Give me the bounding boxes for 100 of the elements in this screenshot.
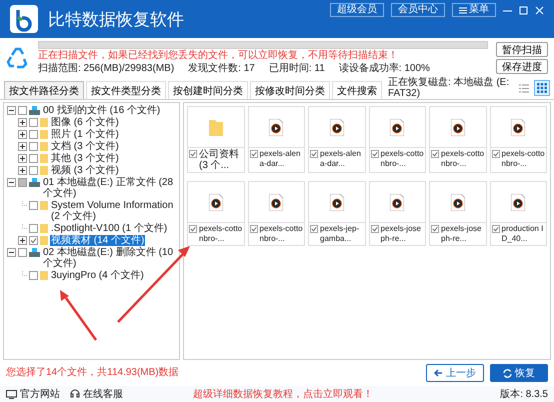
tree-item[interactable]: 00 找到的文件 (16 个文件) <box>42 105 162 116</box>
checkbox[interactable] <box>370 150 378 158</box>
checkbox[interactable] <box>18 178 27 187</box>
expand-icon[interactable] <box>18 142 27 151</box>
checkbox[interactable] <box>370 225 378 233</box>
file-tile[interactable]: 公司资料 (3 个... <box>187 106 244 173</box>
checkbox[interactable] <box>189 150 197 158</box>
footer-link[interactable]: 官方网站 <box>6 387 60 401</box>
video-file-icon <box>269 194 284 210</box>
expand-icon[interactable] <box>18 118 27 127</box>
header-button[interactable]: 超级会员 <box>330 3 384 17</box>
video-file-icon <box>269 118 284 136</box>
checkbox[interactable] <box>431 150 439 158</box>
checkbox[interactable] <box>250 150 258 158</box>
checkbox[interactable] <box>18 106 27 115</box>
monitor-icon <box>6 390 17 398</box>
checkbox[interactable] <box>29 130 38 139</box>
video-file-icon <box>330 194 344 210</box>
checkbox[interactable] <box>189 225 197 233</box>
expand-icon[interactable] <box>18 154 27 163</box>
file-tile[interactable]: pexels-jep-gamba... <box>308 181 366 246</box>
scan-message: 正在扫描文件，如果已经找到您丢失的文件，可以立即恢复，不用等待扫描结束！ <box>38 50 399 62</box>
file-tile[interactable]: pexels-cottonbro-... <box>429 106 486 173</box>
file-tile[interactable]: pexels-alena-dar... <box>248 106 305 173</box>
scan-stat: 读设备成功率: 100% <box>338 63 430 75</box>
version-label: 版本: 8.3.5 <box>500 388 548 401</box>
back-icon <box>434 369 443 377</box>
video-file-icon <box>511 194 526 210</box>
header-button[interactable]: 菜单 <box>452 3 496 17</box>
tab[interactable]: 按修改时间分类 <box>250 81 330 99</box>
tree-item[interactable]: 02 本地磁盘(E:) 删除文件 (10 个文件) <box>42 247 177 269</box>
checkbox[interactable] <box>431 225 439 233</box>
tab[interactable]: 按文件路径分类 <box>4 81 84 99</box>
checkbox[interactable] <box>310 150 318 158</box>
scan-button[interactable]: 保存进度 <box>496 59 548 74</box>
annotation-arrow <box>60 290 98 341</box>
tree-item[interactable]: 视频 (3 个文件) <box>50 165 120 176</box>
collapse-icon[interactable] <box>7 248 16 257</box>
file-tile[interactable]: pexels-cottonbro-... <box>248 181 305 246</box>
checkbox[interactable] <box>492 225 500 233</box>
disk-label: 正在恢复磁盘: 本地磁盘 (E: FAT32) <box>388 77 510 99</box>
checkbox[interactable] <box>29 166 38 175</box>
checkbox[interactable] <box>310 225 318 233</box>
collapse-icon[interactable] <box>7 178 16 187</box>
recycle-icon <box>6 46 30 70</box>
file-name: pexels-joseph-re... <box>380 224 422 244</box>
file-name: 公司资料 (3 个... <box>199 149 240 171</box>
drive-icon <box>29 248 40 257</box>
scan-button[interactable]: 暂停扫描 <box>496 42 548 57</box>
tree-item[interactable]: 3uyingPro (4 个文件) <box>50 270 145 281</box>
checkbox[interactable] <box>29 201 38 210</box>
checkbox[interactable] <box>29 224 38 233</box>
checkbox[interactable] <box>29 154 38 163</box>
checkbox[interactable] <box>29 236 38 245</box>
file-tile[interactable]: pexels-alena-dar... <box>308 106 366 173</box>
file-name: pexels-cottonbro-... <box>260 224 303 244</box>
tree-item[interactable]: 视频素材 (14 个文件) <box>50 235 146 246</box>
checkbox[interactable] <box>29 118 38 127</box>
close-icon[interactable] <box>535 6 544 14</box>
video-file-icon <box>330 118 344 136</box>
scan-stat: 已用时间: 11 <box>268 63 325 75</box>
refresh-icon <box>503 368 512 378</box>
expand-icon[interactable] <box>18 236 27 245</box>
collapse-icon[interactable] <box>7 106 16 115</box>
file-name: pexels-jep-gamba... <box>320 224 360 244</box>
tab[interactable]: 按文件类型分类 <box>86 81 166 99</box>
checkbox[interactable] <box>29 271 38 280</box>
selection-summary: 您选择了14个文件，共114.93(MB)数据 <box>6 367 179 379</box>
tree-item[interactable]: 照片 (1 个文件) <box>50 129 120 140</box>
expand-icon[interactable] <box>18 166 27 175</box>
file-tile[interactable]: production ID_40... <box>490 181 547 246</box>
scan-stat: 发现文件数: 17 <box>188 63 255 75</box>
file-tile[interactable]: pexels-joseph-re... <box>368 181 426 246</box>
recover-button[interactable]: 恢复 <box>490 364 548 382</box>
expand-icon[interactable] <box>18 130 27 139</box>
tree-item[interactable]: .Spotlight-V100 (1 个文件) <box>50 223 168 234</box>
tab[interactable]: 按创建时间分类 <box>168 81 248 99</box>
tree-item[interactable]: System Volume Information (2 个文件) <box>50 200 177 222</box>
headset-icon <box>70 389 80 399</box>
folder-icon <box>208 118 223 136</box>
file-tile[interactable]: pexels-cottonbro-... <box>490 106 547 173</box>
checkbox[interactable] <box>250 225 258 233</box>
tutorial-link[interactable]: 超级详细数据恢复教程，点击立即观看！ <box>193 387 490 401</box>
tree-item[interactable]: 文档 (3 个文件) <box>50 141 120 152</box>
header-button[interactable]: 会员中心 <box>391 3 445 17</box>
tree-item[interactable]: 图像 (6 个文件) <box>50 117 120 128</box>
back-button[interactable]: 上一步 <box>426 364 484 382</box>
file-tile[interactable]: pexels-joseph-re... <box>429 181 486 246</box>
footer-link[interactable]: 在线客服 <box>70 387 123 401</box>
checkbox[interactable] <box>18 248 27 257</box>
tree-item[interactable]: 01 本地磁盘(E:) 正常文件 (28 个文件) <box>42 177 177 199</box>
file-tile[interactable]: pexels-cottonbro-... <box>187 181 244 246</box>
maximize-icon[interactable] <box>519 6 528 14</box>
file-name: pexels-joseph-re... <box>441 224 482 244</box>
tree-item[interactable]: 其他 (3 个文件) <box>50 153 120 164</box>
checkbox[interactable] <box>492 150 500 158</box>
grid-view-icon[interactable] <box>534 80 550 96</box>
tab[interactable]: 文件搜索 <box>332 81 382 99</box>
checkbox[interactable] <box>29 142 38 151</box>
file-tile[interactable]: pexels-cottonbro-... <box>368 106 426 173</box>
